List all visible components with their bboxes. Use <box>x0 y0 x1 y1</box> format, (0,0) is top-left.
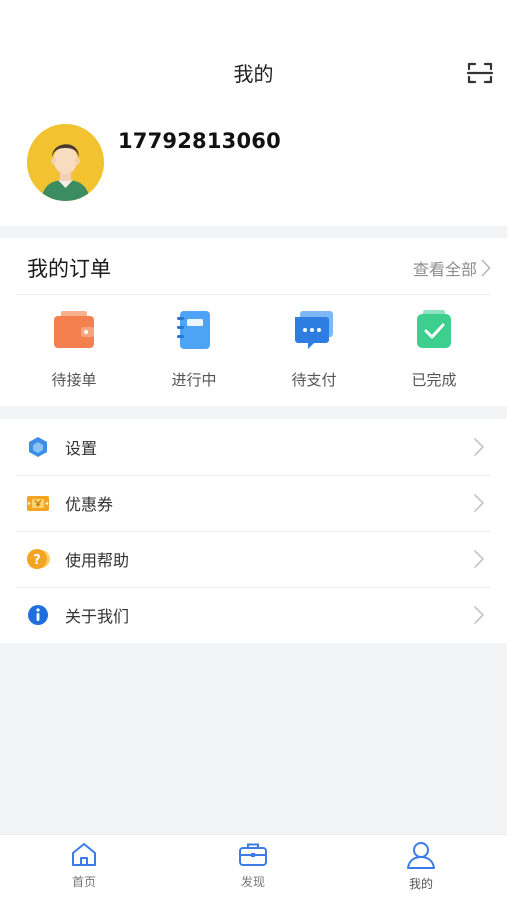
chevron-right-icon <box>474 494 484 512</box>
view-all-label: 查看全部 <box>412 260 477 279</box>
divider <box>16 294 491 295</box>
user-avatar-icon <box>27 124 104 201</box>
user-icon <box>407 842 435 869</box>
tab-home[interactable]: 首页 <box>34 841 134 890</box>
order-status-label: 已完成 <box>411 371 457 389</box>
orders-title: 我的订单 <box>27 257 111 281</box>
tab-label: 首页 <box>71 875 96 889</box>
tab-discover[interactable]: 发现 <box>203 841 303 890</box>
tab-label: 我的 <box>408 877 433 891</box>
menu-item-coupons[interactable]: 优惠券 <box>0 475 507 531</box>
order-status-completed[interactable]: 已完成 <box>374 308 494 390</box>
coupon-icon <box>27 496 49 511</box>
avatar[interactable] <box>27 124 104 201</box>
orders-card: 我的订单 查看全部 待接单 进行中 待支付 已完成 <box>0 238 507 406</box>
settings-icon <box>29 437 47 457</box>
menu-item-help[interactable]: ? 使用帮助 <box>0 531 507 587</box>
wallet-icon <box>54 311 94 348</box>
order-status-label: 进行中 <box>171 371 217 389</box>
order-status-unpaid[interactable]: 待支付 <box>254 308 374 390</box>
briefcase-icon <box>239 843 267 866</box>
menu-item-about[interactable]: 关于我们 <box>0 587 507 643</box>
chat-bubble-icon <box>295 311 333 349</box>
order-status-label: 待接单 <box>51 371 97 389</box>
notebook-icon <box>177 311 210 349</box>
chevron-right-icon <box>474 550 484 568</box>
profile-header: 我的 17792813060 <box>0 0 507 226</box>
tab-mine[interactable]: 我的 <box>371 841 471 892</box>
menu-item-label: 关于我们 <box>65 607 130 626</box>
menu-item-label: 优惠券 <box>65 495 114 514</box>
help-icon: ? <box>27 549 50 569</box>
tab-label: 发现 <box>240 875 265 889</box>
svg-text:?: ? <box>33 553 41 568</box>
chevron-right-icon <box>481 259 491 277</box>
check-bag-icon <box>417 310 451 348</box>
view-all-orders-link[interactable]: 查看全部 <box>413 256 491 280</box>
user-phone: 17792813060 <box>118 129 281 153</box>
settings-menu: 设置 优惠券 ? 使用帮助 关于我们 <box>0 419 507 643</box>
page-title: 我的 <box>233 62 274 86</box>
chevron-right-icon <box>474 438 484 456</box>
home-icon <box>72 843 96 866</box>
order-status-pending[interactable]: 待接单 <box>14 308 134 390</box>
order-status-label: 待支付 <box>291 371 337 389</box>
info-icon <box>28 605 48 625</box>
scan-icon[interactable] <box>467 61 493 85</box>
bottom-tab-bar: 首页 发现 我的 <box>0 834 507 900</box>
chevron-right-icon <box>474 606 484 624</box>
order-status-in-progress[interactable]: 进行中 <box>134 308 254 390</box>
menu-item-label: 使用帮助 <box>65 551 130 570</box>
menu-item-label: 设置 <box>65 439 98 458</box>
menu-item-settings[interactable]: 设置 <box>0 419 507 475</box>
